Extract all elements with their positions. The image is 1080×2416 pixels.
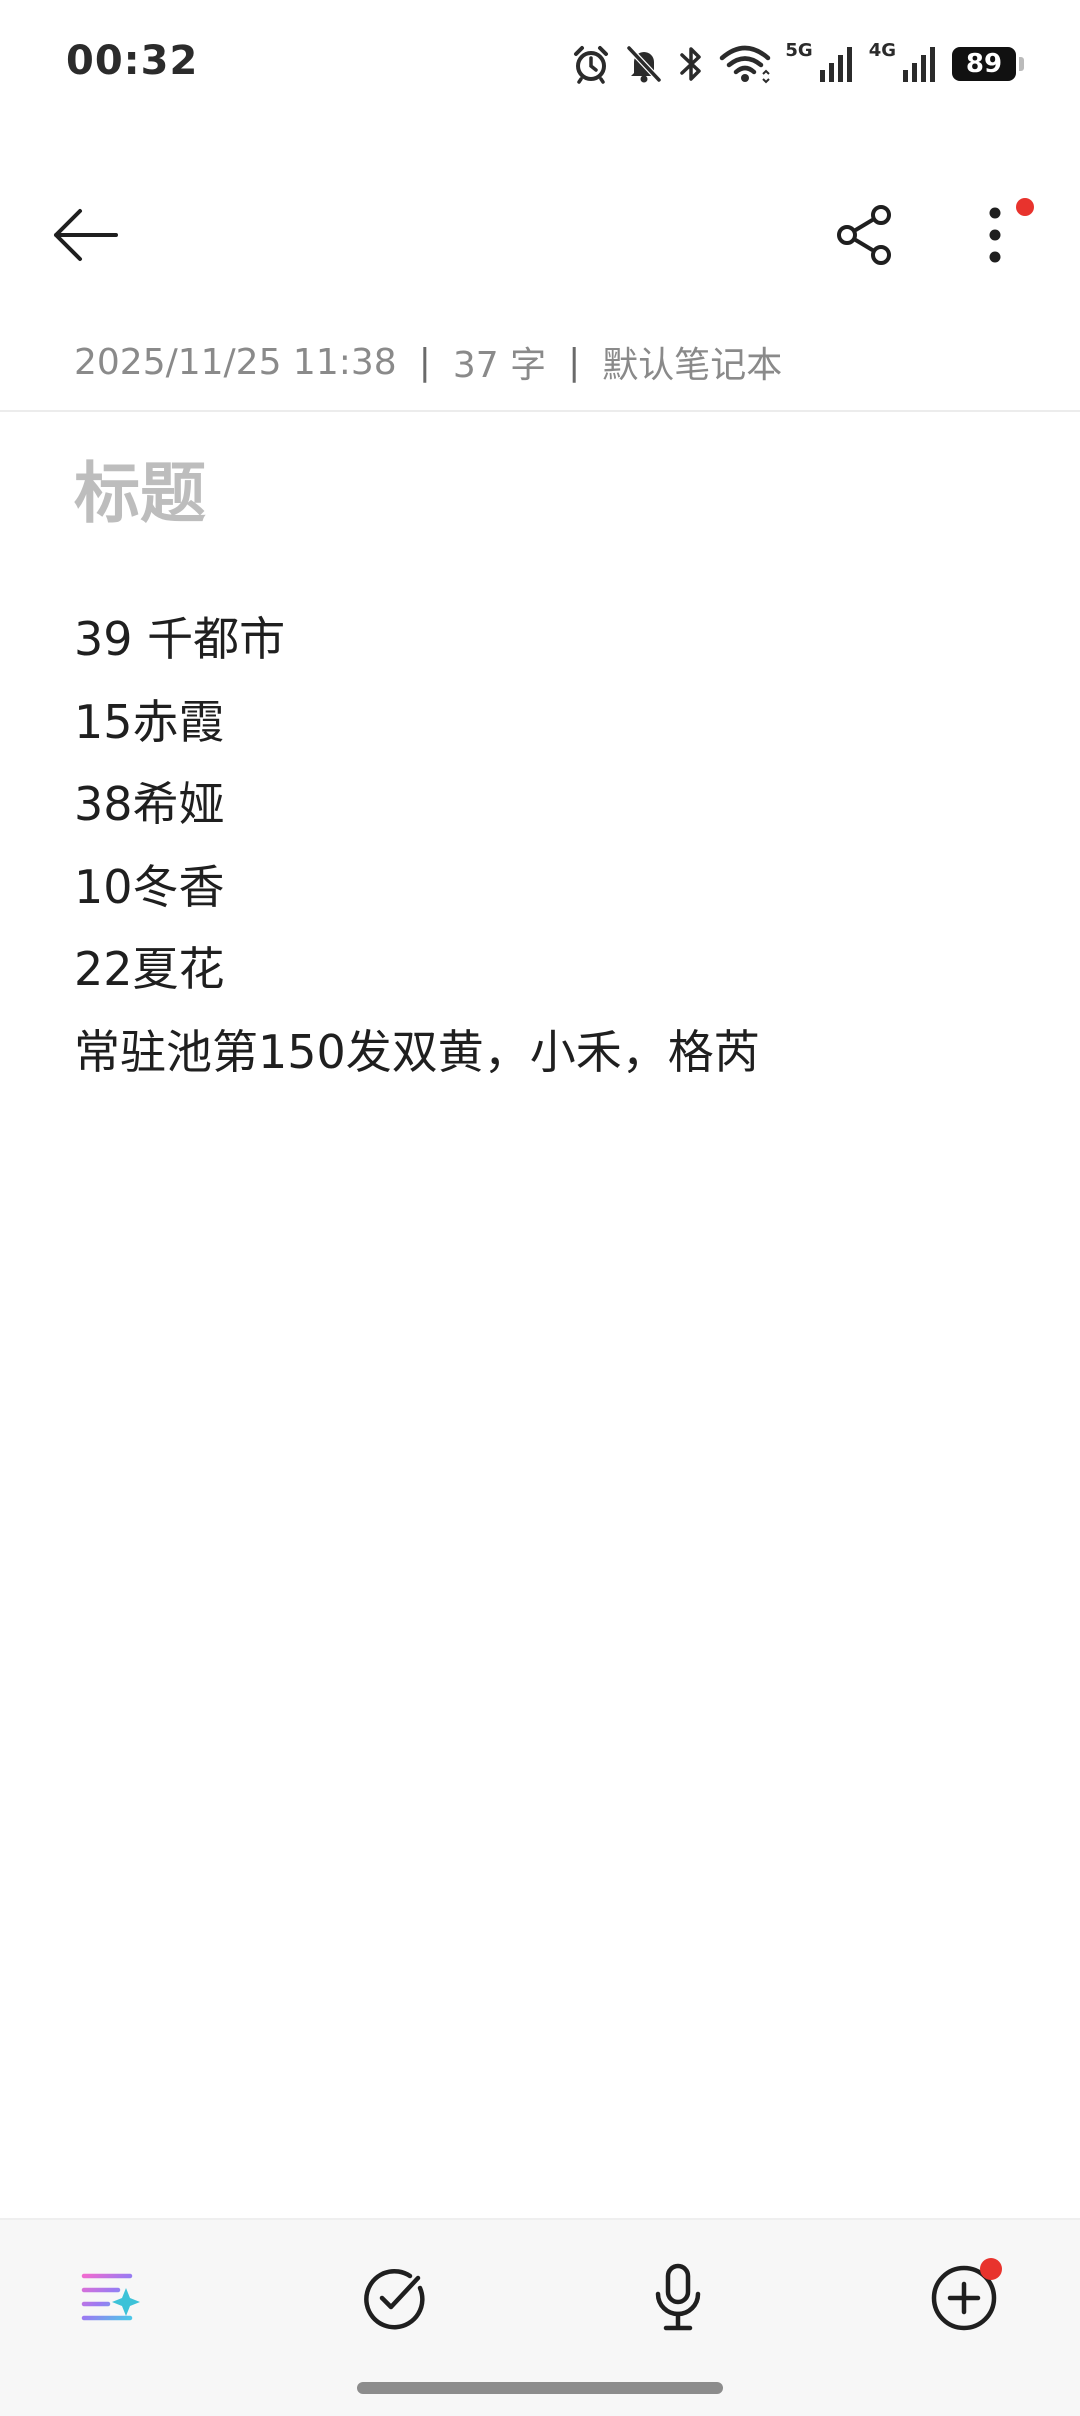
more-vertical-icon <box>985 203 1005 271</box>
note-line[interactable]: 22夏花 <box>74 928 1014 1011</box>
note-line[interactable]: 15赤霞 <box>74 681 1014 764</box>
microphone-icon <box>646 2262 710 2338</box>
alarm-icon <box>571 44 611 84</box>
note-toolbar <box>0 180 1080 280</box>
bottom-toolbar <box>0 2218 1080 2416</box>
signal-4g-label: 4G <box>868 39 896 61</box>
note-line[interactable]: 38希娅 <box>74 763 1014 846</box>
note-line[interactable]: 10冬香 <box>74 846 1014 929</box>
add-button[interactable] <box>914 2250 1014 2350</box>
notebook-name[interactable]: 默认笔记本 <box>602 336 782 388</box>
word-count: 37 字 <box>452 345 547 386</box>
voice-input-button[interactable] <box>628 2250 728 2350</box>
divider <box>0 410 1080 412</box>
meta-separator: | <box>568 341 581 383</box>
note-meta: 2025/11/25 11:38 | 37 字 | 默认笔记本 <box>74 336 782 388</box>
signal-5g-icon <box>819 44 855 84</box>
ai-format-button[interactable] <box>60 2250 160 2350</box>
home-indicator[interactable] <box>357 2382 723 2394</box>
note-line[interactable]: 常驻池第150发双黄，小禾，格芮 <box>74 1011 1014 1094</box>
mute-icon <box>625 44 663 84</box>
battery-level: 89 <box>965 49 1003 79</box>
note-line[interactable]: 39 千都市 <box>74 598 1014 681</box>
notification-dot <box>1016 198 1034 216</box>
wifi-icon <box>719 44 771 84</box>
meta-separator: | <box>418 341 431 383</box>
back-arrow-icon <box>48 205 122 269</box>
bluetooth-icon <box>677 44 705 84</box>
checklist-icon <box>362 2266 426 2334</box>
signal-5g-label: 5G <box>785 39 813 61</box>
status-time: 00:32 <box>66 38 199 84</box>
back-button[interactable] <box>40 192 130 282</box>
signal-4g-icon <box>902 44 938 84</box>
battery-icon: 89 <box>952 47 1024 81</box>
note-body[interactable]: 39 千都市 15赤霞 38希娅 10冬香 22夏花 常驻池第150发双黄，小禾… <box>74 598 1014 1093</box>
status-icons: 5G 4G 89 <box>571 39 1024 88</box>
share-icon <box>833 203 897 271</box>
note-datetime: 2025/11/25 11:38 <box>74 341 397 383</box>
more-button[interactable] <box>950 192 1040 282</box>
note-title-field[interactable]: 标题 <box>74 440 206 536</box>
notification-dot <box>980 2258 1002 2280</box>
status-bar: 00:32 5G 4G 89 <box>0 0 1080 130</box>
ai-format-icon <box>78 2266 142 2334</box>
checklist-button[interactable] <box>344 2250 444 2350</box>
share-button[interactable] <box>820 192 910 282</box>
